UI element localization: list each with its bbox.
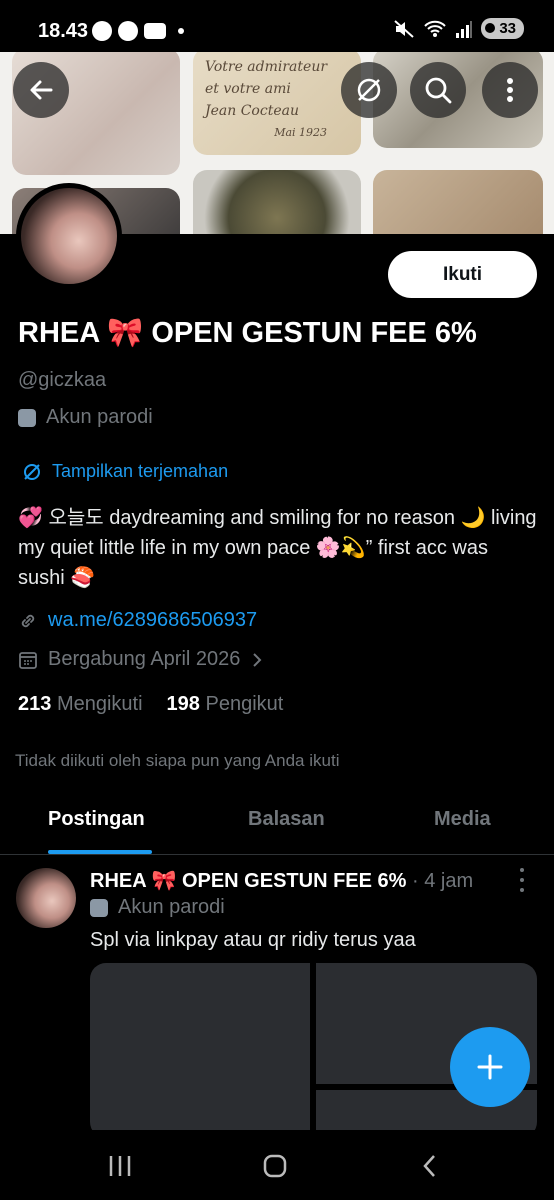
follow-stats: 213 Mengikuti 198 Pengikut (18, 693, 283, 716)
tab-postingan[interactable]: Postingan (48, 808, 145, 831)
calendar-icon (19, 651, 37, 669)
chevron-left-icon (423, 1155, 435, 1177)
profile-link[interactable]: wa.me/6289686506937 (18, 609, 257, 632)
home-icon (263, 1154, 287, 1178)
post-timestamp: · 4 jam (412, 870, 474, 892)
status-time: 18.43 (38, 20, 89, 42)
threads-icon (118, 21, 138, 41)
home-button[interactable] (255, 1152, 295, 1180)
system-back-button[interactable] (410, 1152, 450, 1180)
profile-tabs: Postingan Balasan Media (0, 796, 554, 855)
profile-bio: 💞 오늘도 daydreaming and smiling for no rea… (18, 507, 537, 589)
post-author-avatar[interactable] (16, 868, 76, 928)
banner-handwriting: Votre admirateur et votre ami Jean Cocte… (205, 59, 328, 139)
more-options-button[interactable] (482, 62, 538, 118)
recents-icon (109, 1156, 131, 1176)
active-tab-indicator (48, 850, 152, 854)
search-button[interactable] (410, 62, 466, 118)
status-bar: 18.43 33 (0, 0, 554, 52)
post-parody-label: Akun parodi (90, 896, 225, 919)
whatsapp-icon (92, 21, 112, 41)
link-icon (21, 614, 35, 627)
followers-stat[interactable]: 198 Pengikut (167, 693, 284, 716)
no-translate-icon (357, 78, 381, 102)
search-icon (425, 77, 452, 104)
wifi-icon (424, 20, 447, 37)
system-icons: 33 (393, 18, 524, 39)
signal-icon (456, 20, 473, 38)
back-button[interactable] (13, 62, 69, 118)
join-date[interactable]: Bergabung April 2026 (18, 648, 264, 671)
post-author-name[interactable]: RHEA 🎀 OPEN GESTUN FEE 6% · 4 jam (90, 868, 473, 893)
avatar-image (21, 188, 117, 284)
tab-balasan[interactable]: Balasan (248, 808, 325, 831)
youtube-icon (144, 23, 166, 39)
banner-image-tea-cup (193, 170, 361, 234)
post-text: Spl via linkpay atau qr ridiy terus yaa (90, 929, 416, 951)
back-arrow-icon (30, 80, 53, 100)
tab-media[interactable]: Media (434, 808, 491, 831)
chevron-right-icon (253, 652, 262, 667)
username: @giczkaa (18, 369, 107, 391)
following-stat[interactable]: 213 Mengikuti (18, 693, 143, 716)
banner-image-envelope (373, 170, 543, 234)
mute-icon (394, 19, 414, 38)
profile-avatar[interactable] (16, 183, 122, 289)
more-vertical-icon (507, 78, 513, 102)
no-translate-icon (24, 463, 40, 480)
parody-label: Akun parodi (18, 406, 153, 429)
display-name: RHEA 🎀 OPEN GESTUN FEE 6% (18, 317, 477, 349)
plus-icon (477, 1054, 503, 1080)
notification-icons (92, 21, 184, 41)
not-followed-notice: Tidak diikuti oleh siapa pun yang Anda i… (15, 751, 340, 770)
follow-button[interactable]: Ikuti (388, 251, 537, 298)
post-more-icon[interactable] (520, 868, 528, 892)
post-media-image-1[interactable] (90, 963, 310, 1138)
system-nav-bar (0, 1130, 554, 1200)
translate-toggle-button[interactable] (341, 62, 397, 118)
mask-icon (90, 898, 108, 917)
show-translation-link[interactable]: Tampilkan terjemahan (22, 461, 228, 482)
battery-indicator: 33 (481, 18, 524, 39)
more-notifications-dot (178, 28, 184, 34)
compose-post-button[interactable] (450, 1027, 530, 1107)
recent-apps-button[interactable] (100, 1152, 140, 1180)
mask-icon (18, 408, 36, 427)
